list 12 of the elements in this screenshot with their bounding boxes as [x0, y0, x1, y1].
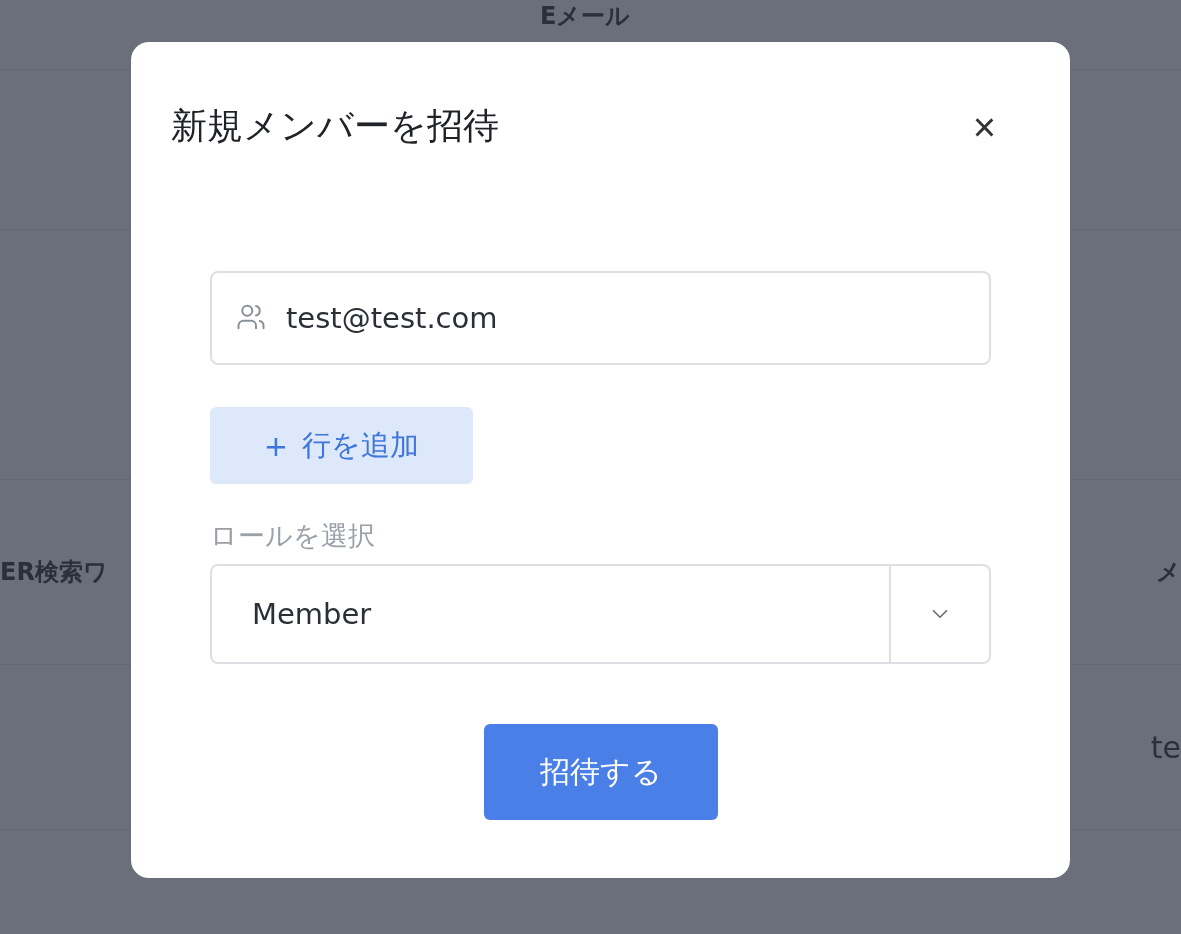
dialog-title: 新規メンバーを招待 — [171, 104, 499, 148]
column-header: ER検索ワ — [0, 557, 108, 588]
invite-button[interactable]: 招待する — [483, 724, 718, 820]
close-button[interactable]: × — [968, 106, 1000, 147]
role-select[interactable]: Member — [210, 564, 991, 664]
table-cell: te — [1150, 729, 1181, 765]
add-row-button[interactable]: + 行を追加 — [210, 407, 473, 484]
email-field[interactable]: test@test.com — [210, 271, 991, 365]
users-icon — [236, 302, 266, 332]
column-header: Eメール — [540, 1, 631, 32]
column-header: メ — [1156, 557, 1181, 588]
role-label: ロールを選択 — [210, 519, 376, 553]
